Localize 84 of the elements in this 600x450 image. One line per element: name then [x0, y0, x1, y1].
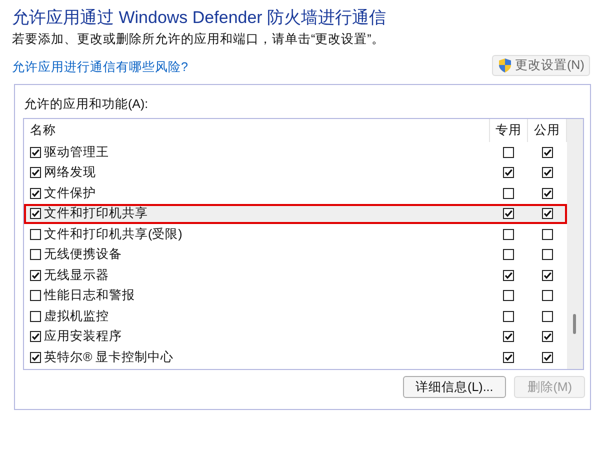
checked-checkbox[interactable]: [30, 352, 41, 363]
app-row[interactable]: 无线便携设备: [24, 244, 567, 265]
checkmark-icon: [542, 332, 552, 342]
checkmark-icon: [504, 352, 512, 362]
checkbox[interactable]: [502, 249, 514, 260]
checkbox[interactable]: [502, 310, 514, 322]
checkmark-icon: [31, 168, 40, 178]
checkmark-icon: [542, 148, 552, 157]
app-name: 性能日志和警报: [44, 287, 135, 304]
checked-checkbox[interactable]: [30, 188, 41, 199]
app-name: 文件和打印机共享: [44, 205, 148, 222]
checkbox[interactable]: [542, 228, 552, 240]
risk-link[interactable]: 允许应用进行通信有哪些风险?: [12, 58, 188, 77]
checked-checkbox[interactable]: [30, 167, 41, 178]
checkmark-icon: [504, 270, 512, 280]
checked-checkbox[interactable]: [502, 331, 514, 342]
checked-checkbox[interactable]: [542, 188, 552, 199]
checkmark-icon: [31, 352, 40, 362]
checked-checkbox[interactable]: [542, 167, 552, 178]
checked-checkbox[interactable]: [502, 270, 514, 281]
instruction-text: 若要添加、更改或删除所允许的应用和端口，请单击“更改设置”。: [12, 31, 384, 48]
app-row[interactable]: 文件和打印机共享: [24, 204, 567, 224]
checkbox[interactable]: [542, 290, 552, 302]
scrollbar-thumb[interactable]: [573, 314, 576, 334]
app-name: 应用安装程序: [44, 328, 122, 346]
checked-checkbox[interactable]: [502, 167, 514, 178]
app-row[interactable]: 文件和打印机共享(受限): [24, 224, 567, 244]
checked-checkbox[interactable]: [502, 352, 514, 363]
checkbox[interactable]: [542, 310, 552, 322]
checkmark-icon: [31, 148, 40, 157]
checkmark-icon: [542, 270, 552, 280]
app-row[interactable]: 英特尔® 显卡控制中心: [24, 347, 567, 368]
checked-checkbox[interactable]: [30, 146, 41, 158]
app-row[interactable]: 虚拟机监控: [24, 306, 567, 326]
checkbox[interactable]: [502, 290, 514, 302]
app-name: 虚拟机监控: [44, 308, 109, 325]
app-row[interactable]: 网络发现: [24, 162, 567, 183]
checkmark-icon: [31, 188, 40, 198]
checked-checkbox[interactable]: [502, 208, 514, 220]
checkbox[interactable]: [502, 228, 514, 240]
shield-icon: [498, 58, 512, 73]
app-row[interactable]: 性能日志和警报: [24, 286, 567, 306]
app-name: 文件和打印机共享(受限): [44, 226, 182, 243]
checked-checkbox[interactable]: [542, 146, 552, 158]
checkmark-icon: [542, 209, 552, 218]
checkbox[interactable]: [502, 146, 514, 158]
checked-checkbox[interactable]: [542, 352, 552, 363]
checked-checkbox[interactable]: [30, 331, 41, 342]
checkmark-icon: [504, 168, 512, 178]
checkmark-icon: [542, 188, 552, 198]
checkbox[interactable]: [30, 228, 41, 240]
checkmark-icon: [504, 332, 512, 342]
checkmark-icon: [542, 168, 552, 178]
app-name: 无线便携设备: [44, 246, 122, 264]
checkbox[interactable]: [30, 249, 41, 260]
app-row[interactable]: 驱动管理王: [24, 142, 567, 162]
group-label: 允许的应用和功能(A):: [24, 96, 148, 113]
checked-checkbox[interactable]: [542, 331, 552, 342]
checkbox[interactable]: [542, 249, 552, 260]
app-name: 网络发现: [44, 164, 96, 182]
app-name: 英特尔® 显卡控制中心: [44, 348, 174, 366]
checkbox[interactable]: [30, 290, 41, 302]
checkmark-icon: [504, 209, 512, 218]
app-row[interactable]: 文件保护: [24, 183, 567, 204]
checkbox[interactable]: [502, 188, 514, 199]
checkmark-icon: [31, 332, 40, 342]
checkmark-icon: [31, 209, 40, 218]
checked-checkbox[interactable]: [30, 208, 41, 220]
window-title: 允许应用通过 Windows Defender 防火墙进行通信: [12, 7, 386, 29]
checked-checkbox[interactable]: [542, 208, 552, 220]
scrollbar[interactable]: [567, 119, 583, 369]
checkmark-icon: [31, 270, 40, 280]
checked-checkbox[interactable]: [542, 270, 552, 281]
app-row[interactable]: 应用安装程序: [24, 326, 567, 347]
column-header[interactable]: 名称: [24, 119, 489, 142]
app-name: 无线显示器: [44, 266, 109, 284]
app-name: 文件保护: [44, 184, 96, 202]
checkbox[interactable]: [30, 310, 41, 322]
column-header[interactable]: 专用: [489, 119, 527, 142]
checked-checkbox[interactable]: [30, 270, 41, 281]
checkmark-icon: [542, 352, 552, 362]
app-row[interactable]: 无线显示器: [24, 265, 567, 286]
details-button[interactable]: 详细信息(L)...: [402, 376, 506, 398]
app-name: 驱动管理王: [44, 144, 109, 161]
